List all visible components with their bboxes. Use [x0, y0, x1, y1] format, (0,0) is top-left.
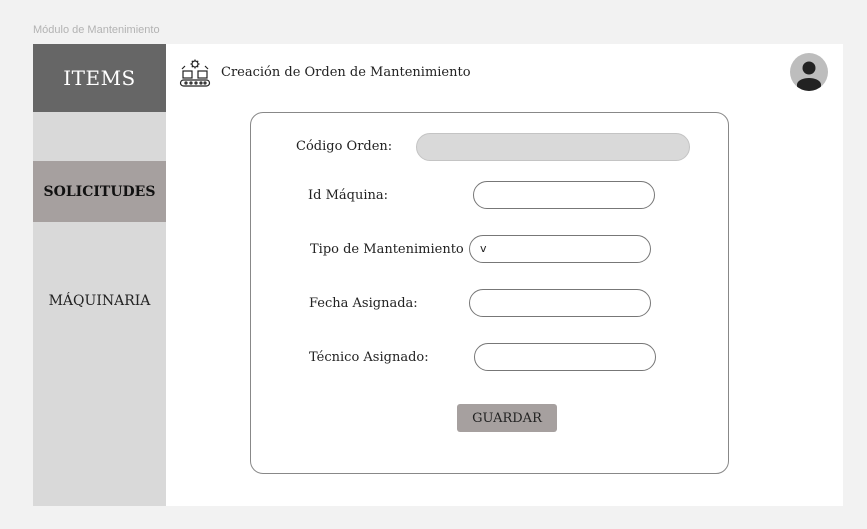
id-maquina-field[interactable] [473, 181, 655, 209]
tipo-mantenimiento-label: Tipo de Mantenimiento [310, 242, 464, 257]
tecnico-asignado-field[interactable] [474, 343, 656, 371]
user-avatar-icon[interactable] [790, 53, 828, 91]
sidebar-item-solicitudes[interactable]: SOLICITUDES [33, 161, 166, 222]
save-button[interactable]: GUARDAR [457, 404, 557, 432]
sidebar: ITEMS SOLICITUDES MÁQUINARIA [33, 44, 166, 506]
fecha-asignada-field[interactable] [469, 289, 651, 317]
maintenance-conveyor-icon [179, 59, 211, 87]
sidebar-item-items[interactable]: ITEMS [33, 44, 166, 112]
app-frame: ITEMS SOLICITUDES MÁQUINARIA Creación de… [33, 44, 843, 506]
tecnico-asignado-label: Técnico Asignado: [309, 350, 429, 365]
id-maquina-label: Id Máquina: [308, 188, 389, 203]
order-form: Código Orden: Id Máquina: Tipo de Manten… [250, 112, 729, 474]
page-title: Creación de Orden de Mantenimiento [221, 65, 471, 80]
fecha-asignada-label: Fecha Asignada: [309, 296, 418, 311]
codigo-orden-label: Código Orden: [296, 139, 393, 154]
sidebar-item-maquinaria[interactable]: MÁQUINARIA [33, 276, 166, 326]
codigo-orden-field [416, 133, 690, 161]
tipo-mantenimiento-select[interactable]: v [469, 235, 651, 263]
module-label: Módulo de Mantenimiento [33, 24, 160, 36]
